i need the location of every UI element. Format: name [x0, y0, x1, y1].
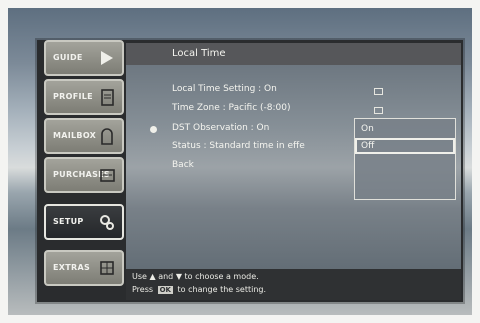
menu-header: Local Time [126, 43, 461, 65]
help-text: Use [132, 272, 147, 281]
menu-item-status: Status : Standard time in effe [172, 141, 305, 151]
checkbox-local-time-setting[interactable] [374, 88, 383, 95]
sidebar-item-label: PROFILE [53, 92, 93, 101]
menu-item-dst-observation[interactable]: DST Observation : On [172, 123, 269, 133]
selection-bullet-icon [150, 126, 157, 133]
dropdown-option-off[interactable]: Off [361, 141, 374, 151]
help-text: to choose a mode. [184, 272, 259, 281]
extras-grid-icon [100, 261, 114, 275]
help-text: and [158, 272, 174, 281]
dropdown-option-on[interactable]: On [361, 124, 374, 134]
sidebar-item-label: SETUP [53, 217, 84, 226]
help-text: to change the setting. [177, 285, 267, 294]
sidebar-item-extras[interactable]: EXTRAS [44, 250, 124, 286]
sidebar-item-mailbox[interactable]: MAILBOX [44, 118, 124, 154]
ok-key-badge: OK [157, 286, 173, 294]
arrow-right-icon [101, 51, 113, 65]
sidebar-item-label: GUIDE [53, 53, 83, 62]
menu-item-back[interactable]: Back [172, 160, 194, 170]
dst-dropdown: On Off [354, 118, 456, 200]
sidebar-item-purchases[interactable]: PURCHASES [44, 157, 124, 193]
mailbox-icon [101, 128, 113, 145]
sidebar-item-label: EXTRAS [53, 263, 91, 272]
checkbox-time-zone[interactable] [374, 107, 383, 114]
down-arrow-icon: ▼ [175, 272, 182, 281]
help-text: Press [132, 285, 154, 294]
page-title: Local Time [172, 48, 226, 59]
purchase-ticket-icon [100, 169, 115, 182]
up-arrow-icon: ▲ [149, 272, 156, 281]
gears-icon [100, 215, 114, 230]
menu-item-time-zone[interactable]: Time Zone : Pacific (-8:00) [172, 103, 291, 113]
profile-card-icon [101, 89, 114, 106]
sidebar-item-guide[interactable]: GUIDE [44, 40, 124, 76]
help-bar: Use ▲ and ▼ to choose a mode. Press OK t… [126, 269, 461, 300]
sidebar-item-label: MAILBOX [53, 131, 97, 140]
menu-item-local-time-setting[interactable]: Local Time Setting : On [172, 84, 277, 94]
sidebar-item-setup[interactable]: SETUP [44, 204, 124, 240]
sidebar-item-profile[interactable]: PROFILE [44, 79, 124, 115]
